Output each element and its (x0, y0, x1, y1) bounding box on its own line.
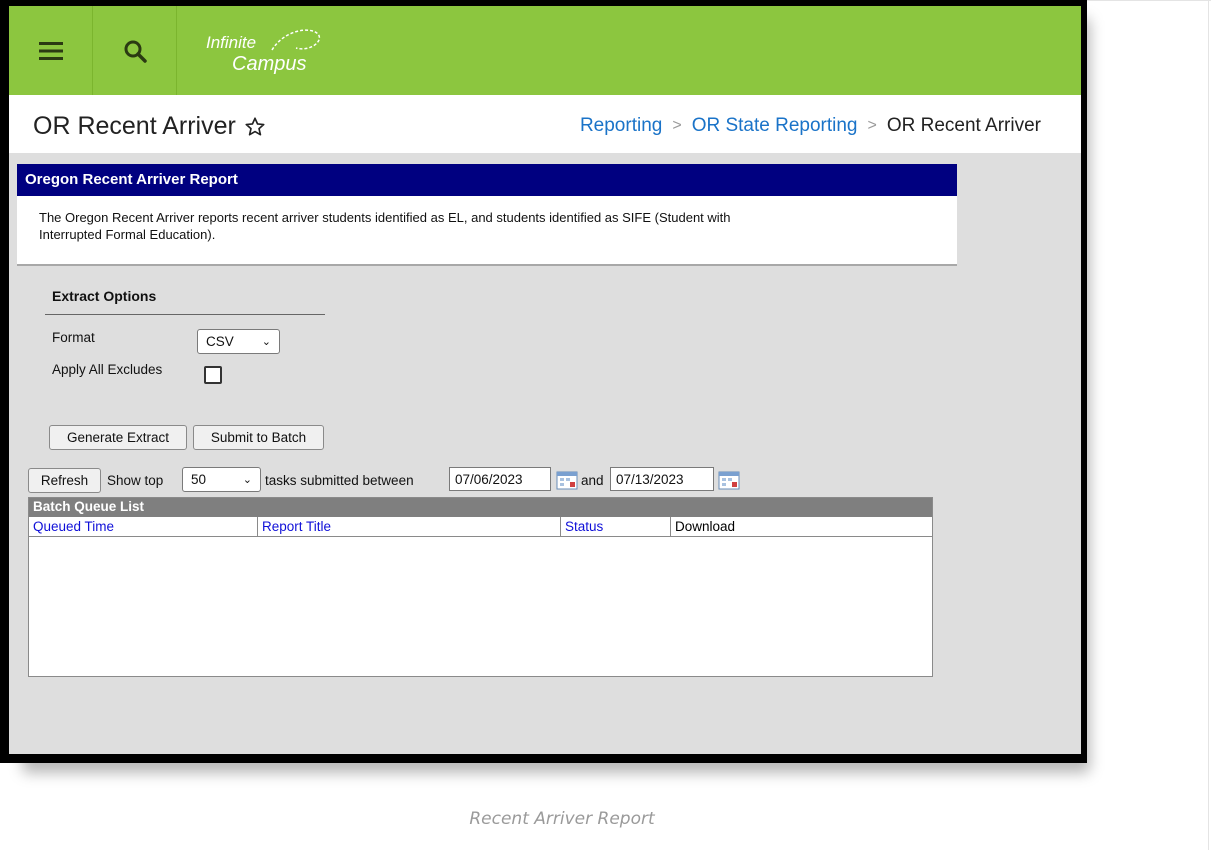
star-icon[interactable] (244, 116, 266, 138)
calendar-icon[interactable] (556, 470, 578, 490)
app-window: Infinite Campus OR Recent Arriver Report… (9, 6, 1081, 754)
show-top-select[interactable]: 50 ⌄ (182, 467, 261, 492)
page-title: OR Recent Arriver (33, 112, 266, 141)
logo-line1: Infinite (206, 33, 256, 52)
chevron-down-icon: ⌄ (261, 336, 271, 348)
generate-extract-button[interactable]: Generate Extract (49, 425, 187, 450)
hamburger-icon (38, 41, 63, 60)
apply-excludes-label: Apply All Excludes (52, 362, 163, 377)
report-header: Oregon Recent Arriver Report (17, 164, 957, 196)
batch-queue-title: Batch Queue List (29, 498, 932, 517)
tasks-between-label: tasks submitted between (265, 473, 414, 488)
page-frame-top (1085, 0, 1211, 1)
format-value: CSV (206, 334, 234, 349)
breadcrumb-reporting[interactable]: Reporting (580, 115, 662, 137)
end-date-input[interactable]: 07/13/2023 (610, 467, 714, 491)
breadcrumb-or-state-reporting[interactable]: OR State Reporting (692, 115, 858, 137)
column-report-title[interactable]: Report Title (258, 517, 561, 537)
apply-excludes-checkbox[interactable] (204, 366, 222, 384)
chevron-right-icon: > (867, 117, 877, 134)
column-queued-time[interactable]: Queued Time (29, 517, 258, 537)
format-label: Format (52, 330, 95, 345)
chevron-right-icon: > (672, 117, 682, 134)
column-status[interactable]: Status (561, 517, 671, 537)
infinite-campus-logo: Infinite Campus (206, 29, 321, 75)
title-bar: OR Recent Arriver Reporting > OR State R… (9, 95, 1081, 153)
figure-caption: Recent Arriver Report (469, 809, 655, 829)
extract-options-title: Extract Options (52, 288, 157, 304)
column-download: Download (675, 519, 736, 534)
refresh-button[interactable]: Refresh (28, 468, 101, 493)
extract-options-divider (45, 314, 325, 315)
screenshot-frame: Infinite Campus OR Recent Arriver Report… (0, 0, 1087, 763)
format-select[interactable]: CSV ⌄ (197, 329, 280, 354)
and-label: and (581, 473, 604, 488)
chevron-down-icon: ⌄ (242, 474, 252, 486)
search-icon (124, 40, 147, 63)
batch-queue-header: Queued Time Report Title Status Download (29, 517, 932, 537)
submit-to-batch-button[interactable]: Submit to Batch (193, 425, 324, 450)
breadcrumb-current: OR Recent Arriver (886, 115, 1041, 136)
breadcrumb: Reporting > OR State Reporting > OR Rece… (580, 115, 1041, 137)
menu-button[interactable] (9, 6, 93, 95)
batch-queue-list: Batch Queue List Queued Time Report Titl… (28, 497, 933, 677)
page-title-text: OR Recent Arriver (33, 112, 236, 140)
report-description: The Oregon Recent Arriver reports recent… (17, 196, 957, 266)
show-top-value: 50 (191, 472, 207, 487)
description-line-2: Interrupted Formal Education). (39, 227, 216, 242)
search-button[interactable] (93, 6, 177, 95)
start-date-input[interactable]: 07/06/2023 (449, 467, 551, 491)
show-top-label: Show top (107, 473, 164, 488)
logo-line2: Campus (232, 53, 306, 75)
top-bar: Infinite Campus (9, 6, 1081, 95)
description-line-1: The Oregon Recent Arriver reports recent… (39, 210, 731, 225)
calendar-icon[interactable] (718, 470, 740, 490)
